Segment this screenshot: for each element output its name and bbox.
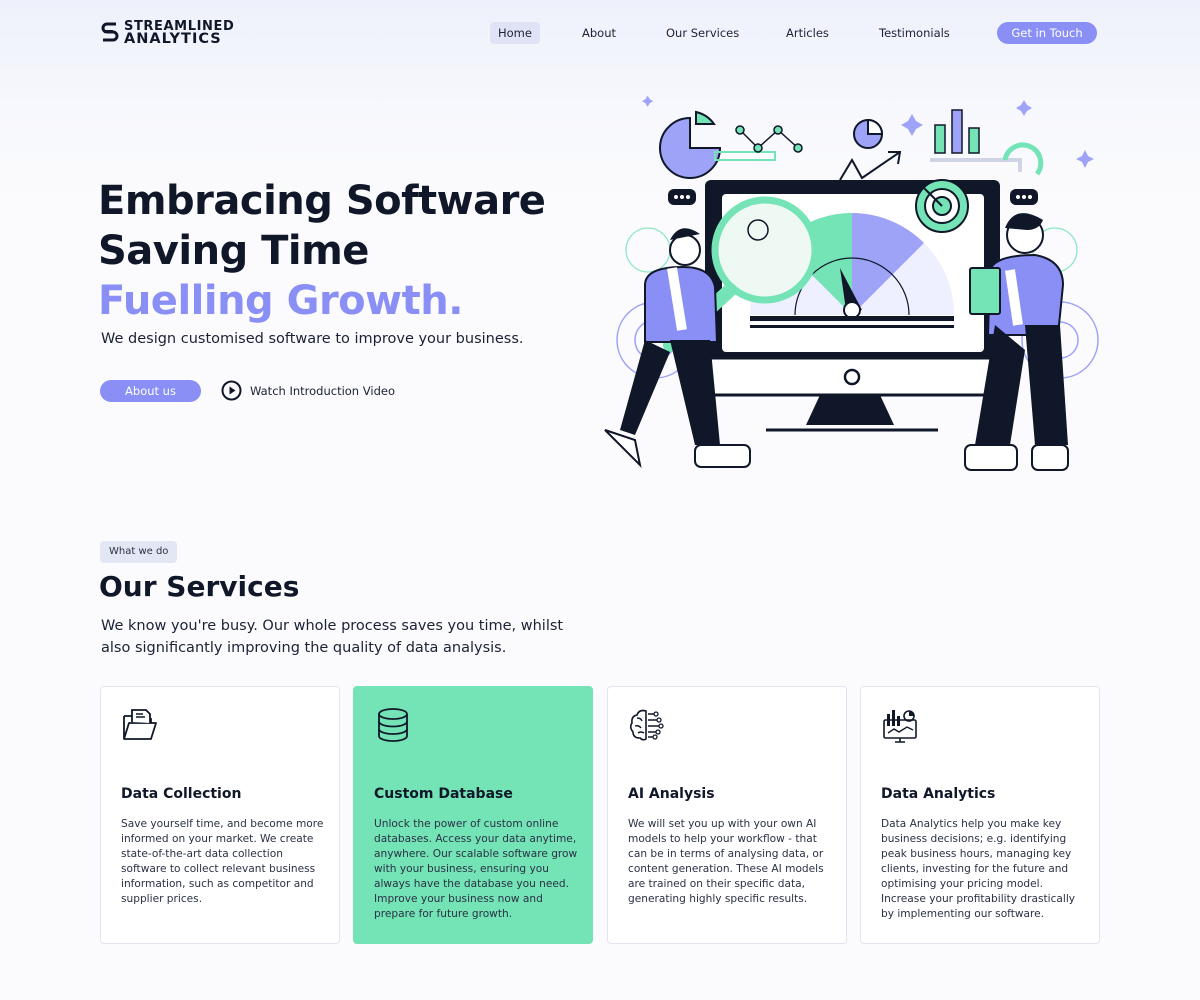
chart-bar-icon [714, 151, 776, 161]
mini-pie-icon [853, 118, 884, 149]
divider-line [930, 158, 1022, 172]
nav-item-about[interactable]: About [574, 22, 624, 44]
service-card-custom-database[interactable]: Custom Database Unlock the power of cust… [353, 686, 593, 944]
service-card-text: Unlock the power of custom online databa… [374, 818, 578, 920]
bar-chart-icon [934, 109, 980, 154]
hero-subtitle: We design customised software to improve… [101, 331, 524, 347]
watch-video-link[interactable]: Watch Introduction Video [221, 380, 395, 401]
nav-item-testimonials[interactable]: Testimonials [871, 22, 958, 44]
video-link-label: Watch Introduction Video [250, 383, 395, 398]
target-icon [915, 179, 969, 233]
hero-illustration [604, 95, 1099, 471]
hero-title-line2: Saving Time [98, 228, 369, 274]
brand-logo[interactable]: STREAMLINED ANALYTICS [100, 20, 234, 46]
pie-chart-icon [659, 110, 722, 179]
database-icon [378, 708, 408, 742]
services-title: Our Services [99, 570, 300, 603]
logo-s-icon [101, 22, 119, 42]
get-in-touch-button[interactable]: Get in Touch [997, 22, 1097, 44]
services-description: We know you're busy. Our whole process s… [101, 618, 564, 656]
hero-title-line1: Embracing Software [98, 178, 546, 224]
service-card-title: Data Analytics [881, 786, 996, 802]
section-badge: What we do [100, 541, 178, 563]
nav-item-articles[interactable]: Articles [778, 22, 837, 44]
analytics-monitor-icon [883, 710, 917, 743]
line-chart-icon [735, 125, 803, 153]
ai-brain-icon [629, 709, 664, 741]
hero-title-line3: Fuelling Growth. [98, 278, 463, 324]
service-card-title: Custom Database [374, 786, 513, 802]
play-circle-icon [221, 380, 242, 401]
hero-title: Embracing Software Saving Time Fuelling … [98, 176, 546, 326]
service-card-ai-analysis[interactable]: AI Analysis We will set you up with your… [607, 686, 847, 944]
service-card-text: We will set you up with your own AI mode… [628, 818, 824, 905]
service-card-data-collection[interactable]: Data Collection Save yourself time, and … [100, 686, 340, 944]
about-us-button[interactable]: About us [100, 380, 201, 402]
service-card-title: AI Analysis [628, 786, 715, 802]
folder-documents-icon [123, 709, 157, 740]
service-card-text: Save yourself time, and become more info… [121, 818, 324, 905]
nav-item-our-services[interactable]: Our Services [658, 22, 747, 44]
service-card-data-analytics[interactable]: Data Analytics Data Analytics help you m… [860, 686, 1100, 944]
service-card-title: Data Collection [121, 786, 242, 802]
logo-line2: ANALYTICS [124, 31, 222, 47]
nav-item-home[interactable]: Home [490, 22, 540, 44]
arrow-up-icon [839, 151, 902, 181]
service-card-text: Data Analytics help you make key busines… [881, 818, 1076, 920]
